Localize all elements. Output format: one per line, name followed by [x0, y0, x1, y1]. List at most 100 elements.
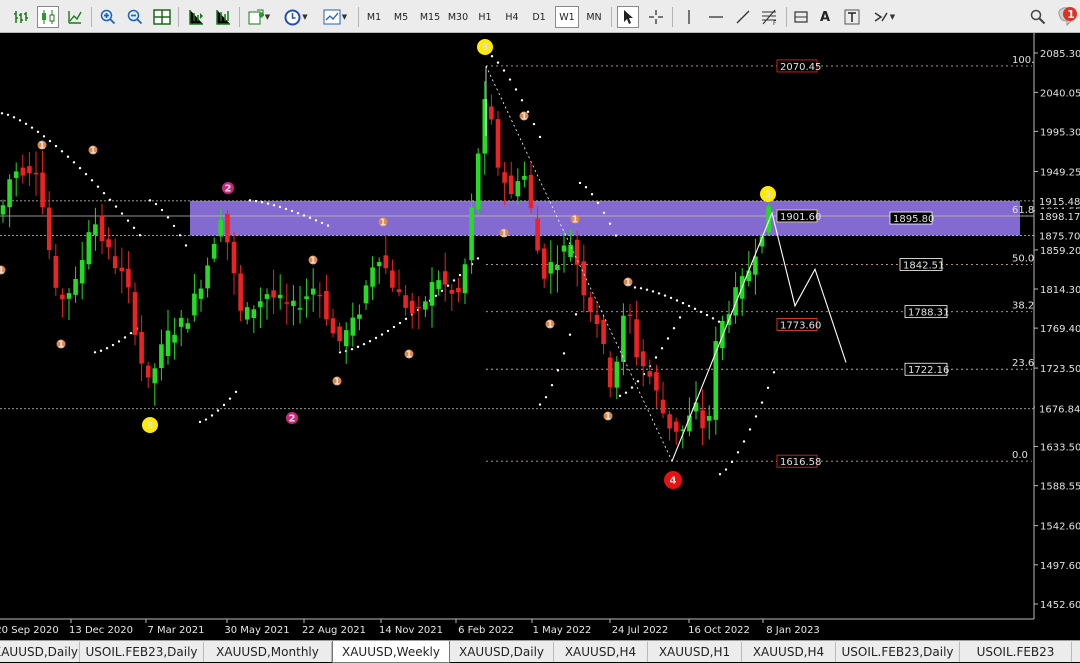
- candle-body: [588, 297, 593, 312]
- parabolic-sar-dot: [630, 386, 634, 389]
- candle-body: [310, 288, 316, 295]
- candle-body: [390, 270, 395, 288]
- zoom-out-icon[interactable]: [124, 6, 146, 28]
- candle-body: [238, 273, 243, 311]
- trendline-icon[interactable]: [732, 6, 754, 28]
- chart-tab[interactable]: USOIL.FEB23,Daily: [836, 642, 960, 662]
- wave-marker-label: 1: [39, 141, 46, 152]
- parabolic-sar-dot: [126, 219, 130, 222]
- chart-tab[interactable]: XAUUSD,Weekly: [332, 641, 450, 663]
- notification-icon[interactable]: 1: [1053, 6, 1079, 28]
- candle-body: [198, 288, 204, 299]
- candle-body: [284, 302, 290, 304]
- parabolic-sar-dot: [618, 394, 622, 398]
- candle-body: [429, 282, 435, 306]
- candle-body: [277, 294, 283, 299]
- parabolic-sar-dot: [93, 351, 97, 354]
- timeframe-m15[interactable]: M15: [417, 6, 443, 28]
- clock-icon[interactable]: ▼: [281, 6, 311, 28]
- parabolic-sar-dot: [754, 415, 758, 418]
- chart-tab[interactable]: XAUUSD,Monthly: [204, 642, 332, 662]
- line-chart-icon[interactable]: [64, 6, 86, 28]
- text-label-icon[interactable]: [841, 6, 863, 28]
- chart-tab[interactable]: XAUUSD,H1: [648, 642, 742, 662]
- price-level-label: 1676.84: [1039, 405, 1080, 416]
- cursor-icon[interactable]: [617, 6, 639, 28]
- timeframe-d1[interactable]: D1: [527, 6, 551, 28]
- crosshair-icon[interactable]: [645, 6, 667, 28]
- parabolic-sar-dot: [550, 383, 554, 387]
- candle-body: [700, 410, 705, 429]
- candle-body: [594, 314, 600, 325]
- bar-chart-icon[interactable]: [10, 6, 32, 28]
- parabolic-sar-dot: [434, 294, 438, 298]
- candle-body: [172, 334, 177, 343]
- candle-body: [205, 265, 210, 289]
- wave-marker-label: 1: [625, 278, 632, 289]
- tile-windows-icon[interactable]: [151, 6, 173, 28]
- candle-body: [132, 292, 138, 335]
- chart-tab[interactable]: XAUUSD,Daily: [0, 642, 80, 662]
- candle-body: [515, 181, 521, 197]
- candle-body: [601, 319, 606, 344]
- candle-body: [548, 262, 554, 274]
- timeframe-h1[interactable]: H1: [473, 6, 497, 28]
- timeframe-w1[interactable]: W1: [555, 6, 579, 28]
- new-order-icon[interactable]: ▼: [245, 6, 273, 28]
- templates-icon[interactable]: ▼: [318, 6, 352, 28]
- parabolic-sar-dot: [78, 166, 82, 170]
- candle-body: [403, 295, 408, 308]
- candle-body: [66, 293, 72, 299]
- parabolic-sar-dot: [440, 289, 444, 293]
- parabolic-sar-dot: [639, 287, 643, 290]
- parabolic-sar-dot: [6, 113, 10, 116]
- wave-marker-label: 4: [670, 476, 677, 487]
- parabolic-sar-dot: [308, 216, 312, 220]
- parabolic-sar-dot: [717, 320, 721, 323]
- search-icon[interactable]: [1027, 6, 1049, 28]
- arrows-icon[interactable]: ▼: [868, 6, 900, 28]
- parabolic-sar-dot: [362, 342, 366, 346]
- candle-body: [93, 224, 98, 235]
- chart-tab[interactable]: USOIL.FEB23: [960, 642, 1072, 662]
- candle-body: [165, 330, 171, 357]
- parabolic-sar-dot: [730, 460, 734, 464]
- chart-tab[interactable]: USOIL.FEB23,Daily: [80, 642, 204, 662]
- candle-body: [720, 321, 725, 349]
- zoom-in-icon[interactable]: [97, 6, 119, 28]
- timeframe-m5[interactable]: M5: [389, 6, 413, 28]
- chart-tabs-bar: XAUUSD,Daily USOIL.FEB23,Daily XAUUSD,Mont…: [0, 640, 1080, 663]
- price-chart[interactable]: 3334221 1111111111111 100.061.850.038.223…: [0, 33, 1080, 640]
- parabolic-sar-dot: [538, 135, 542, 139]
- timeframe-mn[interactable]: MN: [582, 6, 606, 28]
- toolbar: ▼ ▼ ▼ M1 M5 M15 M30 H1 H4 D1 W1 MN F A ▼…: [0, 0, 1080, 33]
- candlestick-icon[interactable]: [37, 6, 59, 28]
- timeframe-m30[interactable]: M30: [445, 6, 471, 28]
- vertical-line-icon[interactable]: [678, 6, 700, 28]
- parabolic-sar-dot: [748, 428, 752, 431]
- channel-icon[interactable]: [790, 6, 812, 28]
- timeframe-m1[interactable]: M1: [362, 6, 386, 28]
- parabolic-sar-dot: [105, 346, 109, 350]
- chart-tab[interactable]: XAUUSD,Daily: [450, 642, 554, 662]
- candle-body: [363, 285, 369, 304]
- horizontal-line-icon[interactable]: [705, 6, 727, 28]
- time-axis-label: 22 Aug 2021: [302, 625, 366, 636]
- chart-shift-icon[interactable]: [212, 6, 234, 28]
- candle-body: [271, 290, 276, 298]
- wave-marker-label: 3: [147, 421, 154, 432]
- candle-body: [475, 153, 481, 210]
- timeframe-h4[interactable]: H4: [500, 6, 524, 28]
- candle-body: [541, 248, 547, 279]
- autoscroll-icon[interactable]: [185, 6, 207, 28]
- price-box-label: 1895.80: [893, 214, 934, 225]
- parabolic-sar-dot: [651, 290, 655, 293]
- chart-tab[interactable]: XAUUSD,H4: [554, 642, 648, 662]
- text-icon[interactable]: A: [814, 6, 836, 28]
- chart-tab[interactable]: XAUUSD,H4: [742, 642, 836, 662]
- fibonacci-icon[interactable]: F: [759, 6, 781, 28]
- parabolic-sar-dot: [574, 313, 578, 316]
- parabolic-sar-dot: [742, 440, 746, 443]
- parabolic-sar-dot: [693, 307, 697, 311]
- candle-body: [733, 287, 738, 316]
